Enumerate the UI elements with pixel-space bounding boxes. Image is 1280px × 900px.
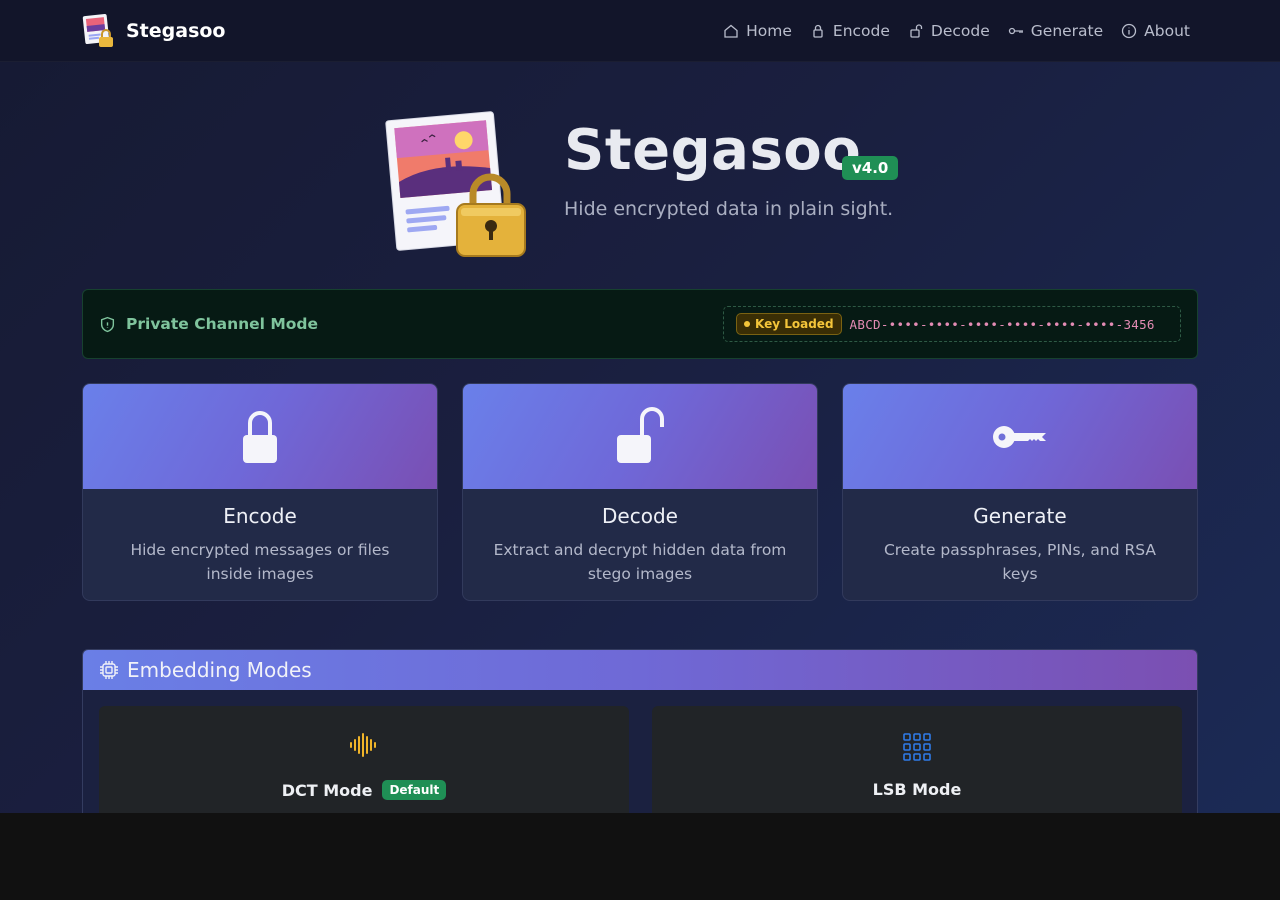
encode-card-header — [83, 384, 437, 489]
nav-home-label: Home — [746, 22, 792, 40]
lsb-mode-title: LSB Mode — [872, 780, 962, 799]
default-badge: Default — [382, 780, 447, 800]
logo-icon — [82, 14, 113, 47]
lsb-mode-title-row: LSB Mode — [652, 780, 1182, 799]
navbar: Stegasoo Home Encode Decode Generate Abo… — [0, 0, 1280, 62]
key-status-dot — [744, 321, 750, 327]
encode-card-desc: Hide encrypted messages or files inside … — [130, 541, 390, 583]
cpu-icon — [100, 661, 118, 679]
nav-home[interactable]: Home — [723, 22, 792, 40]
key-status-text: Key Loaded — [755, 317, 834, 331]
grid-icon — [903, 733, 931, 761]
lsb-mode-card[interactable]: LSB Mode — [652, 706, 1182, 813]
version-badge: v4.0 — [842, 156, 899, 180]
nav-encode-label: Encode — [832, 22, 890, 40]
embedding-modes-panel: Embedding Modes DCT Mode Default LSB Mod… — [82, 649, 1198, 813]
app-viewport: Stegasoo Home Encode Decode Generate Abo… — [0, 0, 1280, 813]
nav-links: Home Encode Decode Generate About — [723, 0, 1190, 62]
dct-mode-title-row: DCT Mode Default — [99, 780, 629, 800]
embedding-modes-title: Embedding Modes — [127, 658, 312, 682]
private-channel-bar: Private Channel Mode Key Loaded ABCD-•••… — [82, 289, 1198, 359]
embedding-modes-header: Embedding Modes — [83, 650, 1197, 690]
channel-key-display[interactable]: Key Loaded ABCD-••••-••••-••••-••••-••••… — [723, 306, 1181, 342]
lsb-mode-icon-wrap — [652, 732, 1182, 762]
decode-card-title: Decode — [602, 504, 678, 528]
info-icon — [1122, 23, 1137, 39]
nav-decode[interactable]: Decode — [908, 22, 990, 40]
brand-name: Stegasoo — [126, 20, 226, 42]
nav-about[interactable]: About — [1121, 22, 1190, 40]
nav-decode-label: Decode — [930, 22, 990, 40]
hero-logo-icon — [385, 111, 526, 257]
hero-subtitle: Hide encrypted data in plain sight. — [564, 198, 894, 220]
channel-mode-text: Private Channel Mode — [126, 315, 319, 333]
dct-mode-card[interactable]: DCT Mode Default — [99, 706, 629, 813]
channel-mode-label: Private Channel Mode — [99, 290, 318, 358]
nav-generate[interactable]: Generate — [1008, 22, 1103, 40]
nav-encode[interactable]: Encode — [810, 22, 890, 40]
waveform-icon — [350, 733, 376, 757]
decode-card-desc: Extract and decrypt hidden data from ste… — [493, 541, 787, 583]
unlock-icon — [617, 406, 664, 463]
key-status-badge: Key Loaded — [736, 313, 842, 335]
nav-generate-label: Generate — [1030, 22, 1104, 40]
generate-card-title: Generate — [973, 504, 1067, 528]
shield-icon — [100, 316, 115, 332]
unlock-icon — [910, 24, 923, 38]
channel-key-value: ABCD-••••-••••-••••-••••-••••-••••-3456 — [849, 316, 1155, 332]
encode-card[interactable]: Encode Hide encrypted messages or files … — [82, 383, 438, 601]
decode-card[interactable]: Decode Extract and decrypt hidden data f… — [462, 383, 818, 601]
generate-card[interactable]: Generate Create passphrases, PINs, and R… — [842, 383, 1198, 601]
generate-card-header — [843, 384, 1197, 489]
nav-about-label: About — [1144, 22, 1190, 40]
decode-card-header — [463, 384, 817, 489]
lock-icon — [243, 410, 277, 463]
dct-mode-title: DCT Mode — [281, 780, 373, 800]
key-icon — [1008, 27, 1023, 35]
brand-link[interactable]: Stegasoo — [82, 13, 226, 49]
generate-card-desc: Create passphrases, PINs, and RSA keys — [883, 541, 1157, 583]
lock-icon — [813, 24, 823, 38]
hero-title: Stegasoo — [564, 118, 862, 183]
encode-card-title: Encode — [223, 504, 297, 528]
dct-mode-icon-wrap — [99, 732, 629, 758]
bottom-dark-area — [0, 813, 1280, 900]
house-icon — [724, 24, 738, 38]
key-icon — [993, 425, 1046, 448]
